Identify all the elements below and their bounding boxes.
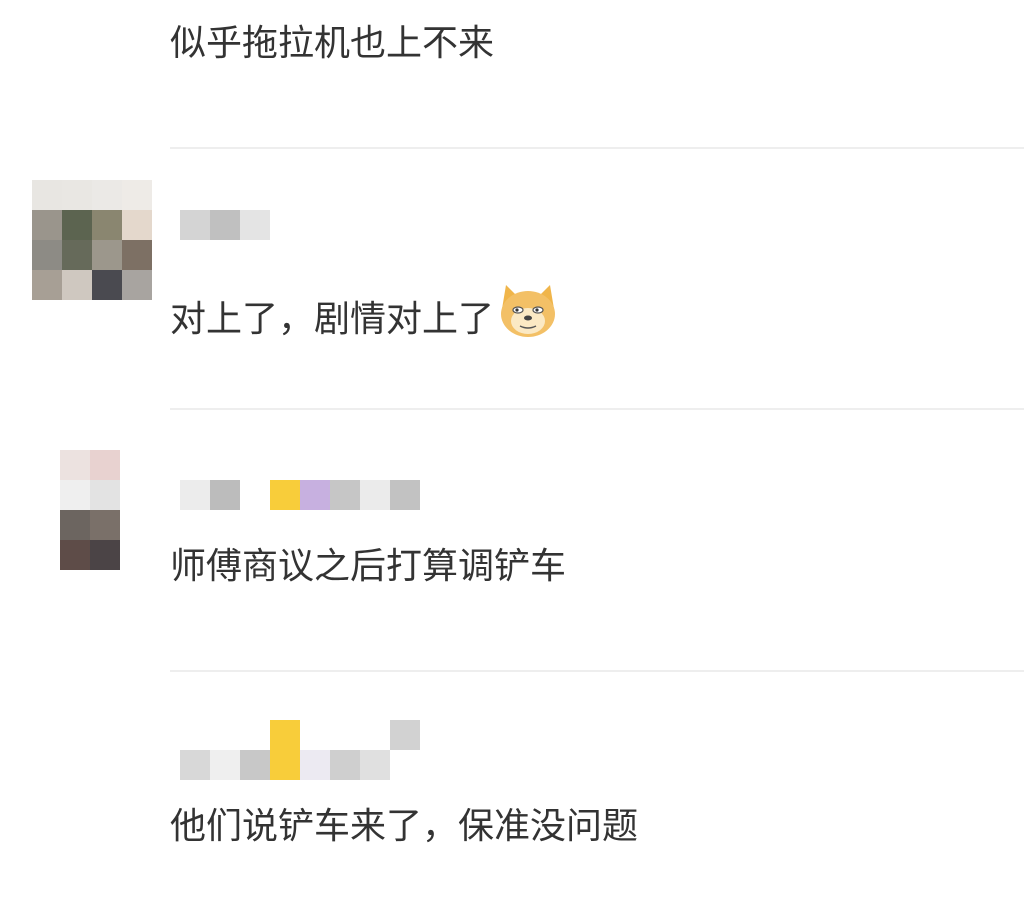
username[interactable] bbox=[180, 720, 420, 780]
comment-text-3: 师傅商议之后打算调铲车 bbox=[170, 546, 567, 587]
comment-text-1: 似乎拖拉机也上不来 bbox=[170, 23, 495, 64]
divider bbox=[170, 670, 1024, 672]
comment-text-2-body: 对上了，剧情对上了 bbox=[170, 299, 495, 340]
comment-text-2: 对上了，剧情对上了 bbox=[170, 283, 560, 350]
avatar[interactable] bbox=[32, 180, 152, 300]
comment-text-4: 他们说铲车来了，保准没问题 bbox=[170, 806, 639, 847]
username[interactable] bbox=[180, 480, 420, 510]
doge-emoji-icon bbox=[496, 283, 560, 350]
avatar[interactable] bbox=[60, 450, 120, 570]
divider bbox=[170, 408, 1024, 410]
divider bbox=[170, 147, 1024, 149]
username[interactable] bbox=[180, 210, 270, 240]
